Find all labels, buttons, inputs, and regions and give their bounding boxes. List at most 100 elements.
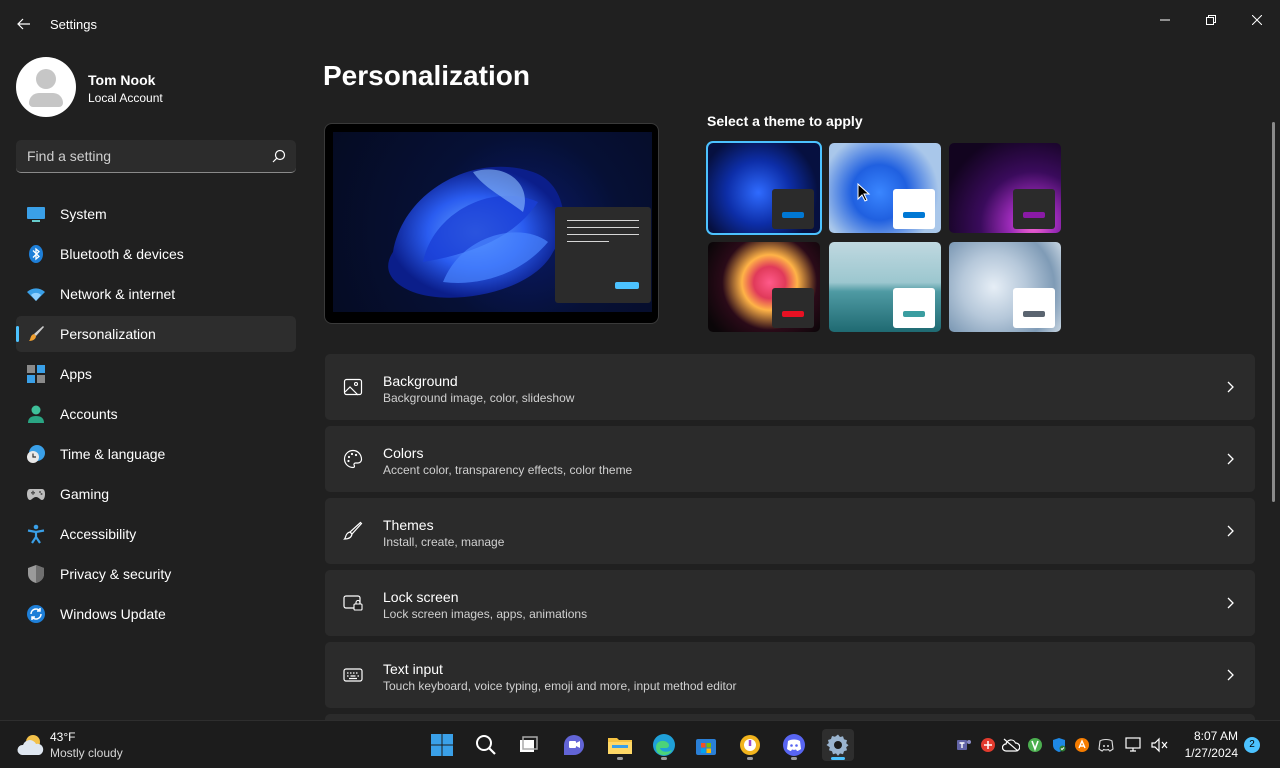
sidebar-item-gaming[interactable]: Gaming	[16, 476, 296, 512]
discord-tray-icon	[1098, 738, 1114, 752]
restore-button[interactable]	[1188, 4, 1234, 36]
sidebar-item-time-language[interactable]: Time & language	[16, 436, 296, 472]
store-button[interactable]	[690, 729, 722, 761]
palette-icon	[343, 449, 363, 469]
tray-discord[interactable]	[1096, 735, 1116, 755]
card-colors[interactable]: Colors Accent color, transparency effect…	[325, 426, 1255, 492]
preview-wallpaper	[333, 132, 652, 312]
minimize-icon	[1160, 19, 1170, 21]
sidebar-item-system[interactable]: System	[16, 196, 296, 232]
tray-app-red[interactable]	[978, 735, 998, 755]
running-indicator	[791, 757, 797, 760]
card-title: Lock screen	[383, 589, 459, 605]
discord-icon	[783, 734, 805, 756]
card-background[interactable]: Background Background image, color, slid…	[325, 354, 1255, 420]
orange-app-icon	[1075, 738, 1089, 752]
chevron-right-icon	[1227, 381, 1234, 393]
sidebar-item-accessibility[interactable]: Accessibility	[16, 516, 296, 552]
folder-icon	[608, 738, 632, 754]
close-button[interactable]	[1234, 4, 1280, 36]
tray-teams[interactable]	[954, 735, 974, 755]
shield-check-app-icon	[740, 735, 760, 755]
theme-preview	[324, 123, 659, 324]
theme-captured-motion[interactable]	[708, 242, 820, 332]
sidebar-item-windows-update[interactable]: Windows Update	[16, 596, 296, 632]
theme-flow[interactable]	[949, 242, 1061, 332]
card-title: Themes	[383, 517, 434, 533]
file-explorer-button[interactable]	[604, 729, 636, 761]
volume-muted-icon	[1151, 737, 1168, 753]
active-indicator	[831, 757, 845, 760]
tray-volume[interactable]	[1150, 735, 1170, 755]
teams-icon	[957, 740, 971, 750]
sidebar-nav: System Bluetooth & devices Network & int…	[16, 196, 296, 636]
sidebar-item-privacy-security[interactable]: Privacy & security	[16, 556, 296, 592]
card-subtitle: Touch keyboard, voice typing, emoji and …	[383, 679, 737, 693]
taskbar-search-button[interactable]	[470, 729, 502, 761]
back-button[interactable]	[10, 10, 38, 38]
wifi-icon	[27, 288, 45, 301]
chevron-right-icon	[1227, 525, 1234, 537]
app-button-yellow[interactable]	[734, 729, 766, 761]
search-icon[interactable]	[272, 149, 286, 163]
tray-network[interactable]	[1124, 735, 1144, 755]
lock-screen-icon	[343, 595, 363, 611]
sidebar-item-label: Accessibility	[60, 526, 137, 542]
user-profile[interactable]: Tom Nook Local Account	[16, 57, 296, 117]
sidebar-item-label: Accounts	[60, 406, 118, 422]
close-icon	[1252, 15, 1262, 25]
gear-icon	[826, 734, 849, 756]
themes-label: Select a theme to apply	[707, 113, 863, 129]
sidebar-item-label: Gaming	[60, 486, 110, 502]
sidebar-item-label: Windows Update	[60, 606, 166, 622]
bluetooth-icon	[29, 245, 43, 263]
chat-button[interactable]	[558, 729, 590, 761]
update-icon	[27, 605, 45, 623]
card-title: Background	[383, 373, 458, 389]
card-title: Colors	[383, 445, 424, 461]
settings-app-button[interactable]	[822, 729, 854, 761]
weather-temp: 43°F	[50, 730, 76, 744]
discord-button[interactable]	[778, 729, 810, 761]
tray-onedrive-offline[interactable]	[1001, 735, 1021, 755]
card-lock-screen[interactable]: Lock screen Lock screen images, apps, an…	[325, 570, 1255, 636]
mouse-cursor-icon	[857, 183, 871, 202]
theme-windows-light[interactable]	[829, 143, 941, 233]
sidebar-item-label: Privacy & security	[60, 566, 172, 582]
sidebar-item-personalization[interactable]: Personalization	[16, 316, 296, 352]
theme-windows-dark[interactable]	[706, 141, 822, 235]
card-text-input[interactable]: Text input Touch keyboard, voice typing,…	[325, 642, 1255, 708]
sidebar-item-apps[interactable]: Apps	[16, 356, 296, 392]
scrollbar[interactable]	[1272, 122, 1275, 502]
monitor-icon	[27, 207, 45, 222]
cloud-icon	[17, 735, 44, 755]
tray-app-orange[interactable]	[1072, 735, 1092, 755]
preview-window	[555, 207, 651, 303]
person-icon	[28, 405, 44, 423]
minimize-button[interactable]	[1142, 4, 1188, 36]
sidebar-item-network[interactable]: Network & internet	[16, 276, 296, 312]
edge-button[interactable]	[648, 729, 680, 761]
task-view-button[interactable]	[512, 729, 544, 761]
card-themes[interactable]: Themes Install, create, manage	[325, 498, 1255, 564]
cloud-off-icon	[1002, 738, 1020, 752]
start-button[interactable]	[426, 729, 458, 761]
chevron-right-icon	[1227, 453, 1234, 465]
tray-security[interactable]	[1049, 735, 1069, 755]
chevron-right-icon	[1227, 669, 1234, 681]
restore-icon	[1206, 15, 1216, 25]
notification-badge[interactable]: 2	[1244, 737, 1260, 753]
search-input[interactable]	[16, 140, 266, 172]
red-app-icon	[981, 738, 995, 752]
sidebar-item-accounts[interactable]: Accounts	[16, 396, 296, 432]
theme-sunrise[interactable]	[829, 242, 941, 332]
tray-app-green[interactable]	[1025, 735, 1045, 755]
sidebar-item-label: Bluetooth & devices	[60, 246, 184, 262]
sidebar-item-label: Network & internet	[60, 286, 176, 302]
theme-glow[interactable]	[949, 143, 1061, 233]
running-indicator	[661, 757, 667, 760]
brush-icon	[29, 326, 44, 341]
sidebar-item-bluetooth[interactable]: Bluetooth & devices	[16, 236, 296, 272]
weather-widget[interactable]: 43°F Mostly cloudy	[14, 727, 174, 763]
accessibility-icon	[27, 524, 45, 544]
